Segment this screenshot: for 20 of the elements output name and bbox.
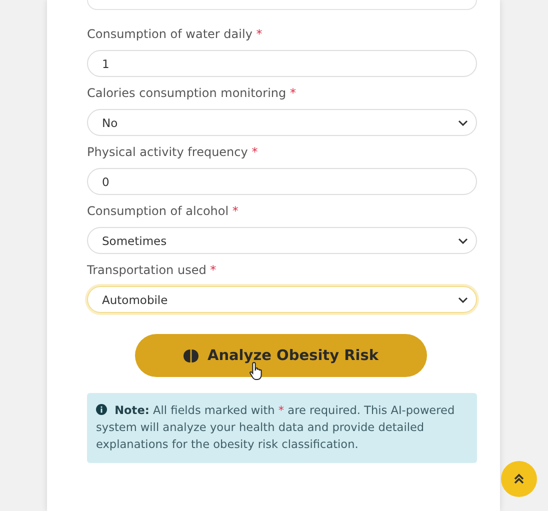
field-label: Consumption of water daily * [87, 26, 264, 43]
input-field[interactable]: 0 [87, 168, 477, 195]
analyze-button[interactable]: Analyze Obesity Risk [135, 334, 427, 377]
chevron-down-icon [458, 120, 468, 126]
field-label: Transportation used * [87, 262, 218, 279]
select-field[interactable]: Sometimes [87, 227, 477, 254]
field-label: Consumption of alcohol * [87, 203, 240, 220]
field-label: Physical activity frequency * [87, 144, 259, 161]
chevron-down-icon [458, 296, 468, 302]
double-chevron-up-icon [513, 473, 525, 485]
input-field[interactable] [87, 0, 477, 10]
scroll-top-button[interactable] [501, 461, 537, 497]
input-field[interactable]: 1 [87, 50, 477, 77]
brain-icon [183, 348, 200, 362]
select-field[interactable]: Automobile [87, 286, 477, 313]
info-icon [96, 404, 107, 415]
select-field[interactable]: No [87, 109, 477, 136]
note-text: Note: All fields marked with * are required. This AI-powered system will analyze your health data and provide detailed explanations for the obesity risk classification. [87, 393, 477, 463]
field-label: Calories consumption monitoring * [87, 85, 297, 102]
chevron-down-icon [458, 238, 468, 244]
